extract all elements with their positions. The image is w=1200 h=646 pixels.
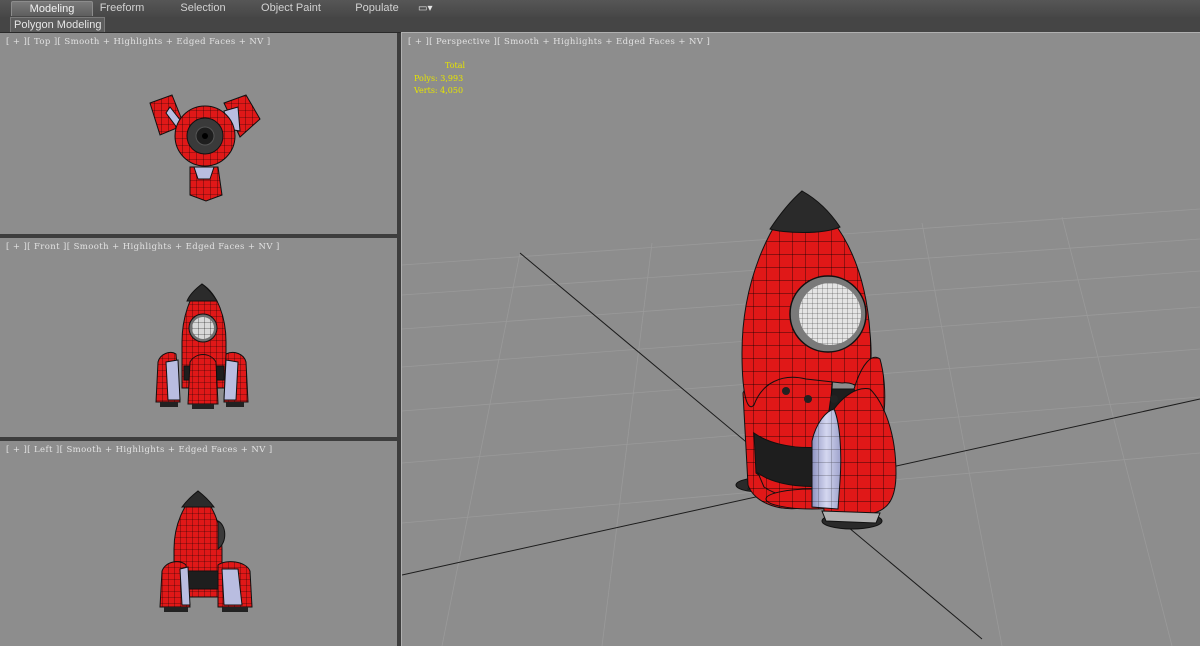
- polygon-modeling-panel[interactable]: Polygon Modeling: [10, 17, 106, 32]
- left-view-rocket: [159, 490, 253, 612]
- front-view-rocket: [155, 283, 249, 409]
- tab-modeling[interactable]: Modeling: [11, 1, 93, 16]
- perspective-scene: [402, 190, 1200, 646]
- viewport-front[interactable]: [ + ][ Front ][ Smooth + Highlights + Ed…: [0, 238, 397, 437]
- top-body: [174, 105, 236, 167]
- viewport-perspective[interactable]: [ + ][ Perspective ][ Smooth + Highlight…: [401, 32, 1200, 646]
- front-fins: [155, 351, 249, 409]
- tab-object-paint[interactable]: Object Paint: [252, 1, 330, 16]
- tab-populate[interactable]: Populate: [347, 1, 407, 16]
- ribbon-tabs: Modeling Freeform Selection Object Paint…: [0, 0, 1200, 18]
- top-fin-bottom: [189, 166, 223, 202]
- viewport-front-label[interactable]: [ + ][ Front ][ Smooth + Highlights + Ed…: [6, 242, 280, 252]
- stats-verts: Verts: 4,050: [414, 86, 464, 95]
- perspective-rocket: [735, 190, 897, 530]
- scene-stats: Total Polys: 3,993 Verts: 4,050: [414, 60, 465, 98]
- ribbon-options-icon[interactable]: ▭▾: [418, 2, 432, 15]
- viewport-top[interactable]: [ + ][ Top ][ Smooth + Highlights + Edge…: [0, 33, 397, 234]
- top-view-rocket: [149, 94, 261, 202]
- viewport-left[interactable]: [ + ][ Left ][ Smooth + Highlights + Edg…: [0, 441, 397, 646]
- stats-polys: Polys: 3,993: [414, 73, 464, 83]
- sub-ribbon: Polygon Modeling: [0, 17, 1200, 33]
- viewport-top-label[interactable]: [ + ][ Top ][ Smooth + Highlights + Edge…: [6, 37, 271, 47]
- viewport-perspective-label[interactable]: [ + ][ Perspective ][ Smooth + Highlight…: [408, 37, 710, 47]
- tab-selection[interactable]: Selection: [170, 1, 236, 16]
- stats-total-label: Total: [445, 61, 466, 70]
- viewport-left-label[interactable]: [ + ][ Left ][ Smooth + Highlights + Edg…: [6, 445, 273, 455]
- tab-freeform[interactable]: Freeform: [88, 1, 156, 16]
